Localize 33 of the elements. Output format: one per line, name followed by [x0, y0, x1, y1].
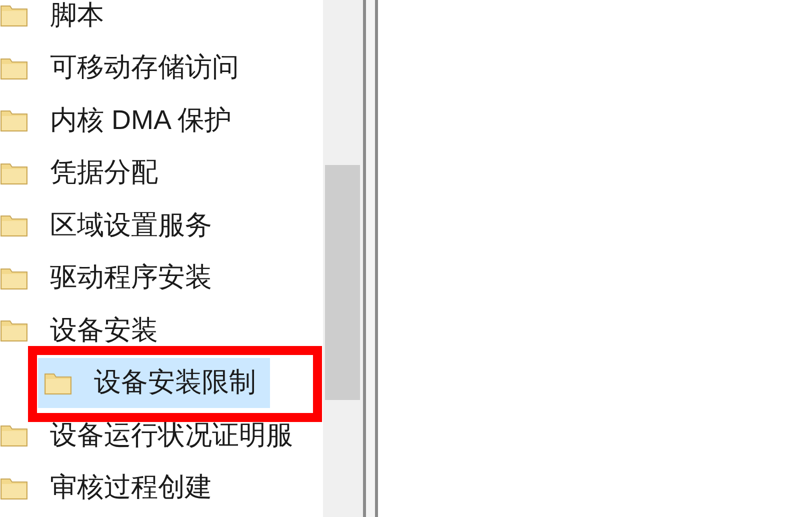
tree-item[interactable]: 凭据分配 [0, 148, 172, 198]
tree-item[interactable]: 区域设置服务 [0, 200, 226, 250]
tree-item-label: 驱动程序安装 [50, 264, 212, 292]
tree-item[interactable]: 脚本 [0, 0, 118, 40]
tree-item-label: 可移动存储访问 [50, 54, 239, 82]
pane-splitter[interactable] [363, 0, 378, 517]
tree-item[interactable]: 设备运行状况证明服 [0, 410, 307, 460]
tree-item[interactable]: 设备安装 [0, 305, 172, 356]
tree-item-label: 设备运行状况证明服 [50, 422, 293, 449]
scrollbar-thumb[interactable] [325, 165, 360, 400]
folder-icon [0, 108, 28, 132]
folder-icon [0, 476, 28, 500]
tree-item-label: 脚本 [50, 2, 104, 29]
tree-item[interactable]: 驱动程序安装 [0, 252, 226, 303]
folder-icon [0, 266, 28, 290]
folder-icon [44, 370, 72, 395]
folder-icon [0, 213, 28, 238]
tree-item[interactable]: 审核过程创建 [0, 462, 226, 513]
tree-item-label: 设备安装限制 [94, 369, 256, 396]
tree-item-label: 区域设置服务 [50, 212, 212, 239]
folder-icon [0, 160, 28, 185]
tree-item-label: 凭据分配 [50, 159, 158, 186]
tree-item-label: 内核 DMA 保护 [50, 106, 232, 134]
folder-icon [0, 423, 28, 448]
tree-item[interactable]: 设备安装限制 [38, 358, 270, 408]
tree-item[interactable]: 可移动存储访问 [0, 42, 253, 93]
folder-icon [0, 3, 28, 28]
tree-item-label: 审核过程创建 [50, 474, 212, 502]
scrollbar[interactable] [323, 0, 363, 517]
tree-item[interactable]: 内核 DMA 保护 [0, 95, 246, 146]
folder-icon [0, 56, 28, 80]
folder-icon [0, 318, 28, 342]
tree-item-label: 设备安装 [50, 316, 158, 344]
